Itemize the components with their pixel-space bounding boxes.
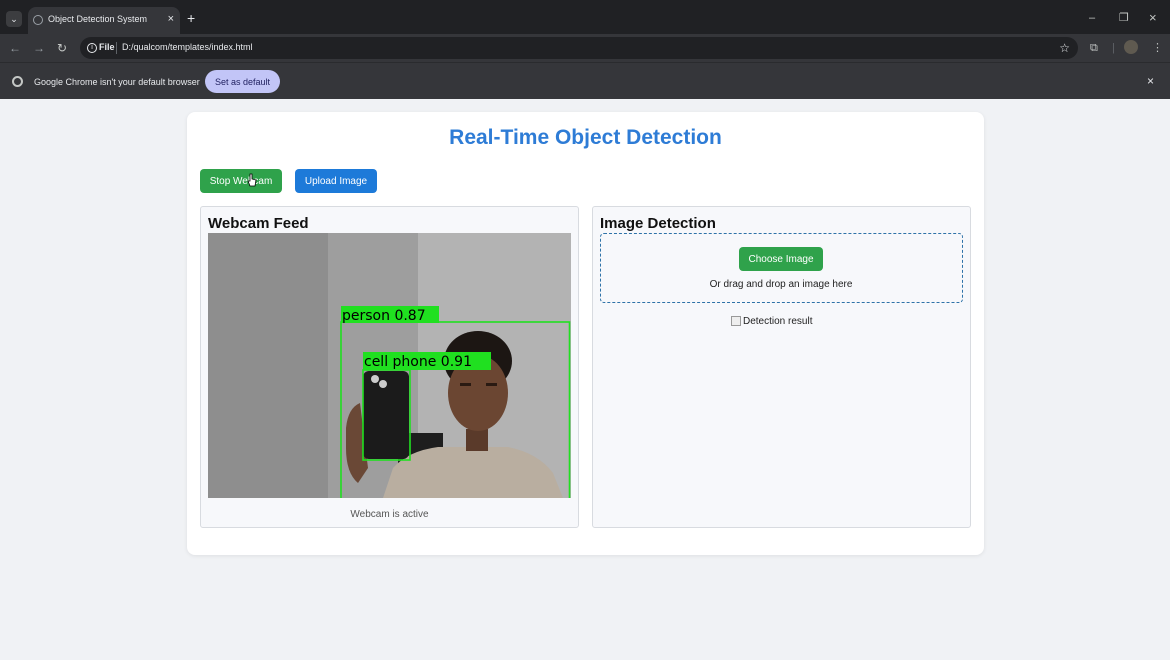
cell-phone-label: cell phone 0.91 <box>364 354 472 370</box>
stop-webcam-button[interactable]: Stop Webcam <box>200 169 282 193</box>
webcam-panel: Webcam Feed person 0.87 cell phone 0.91 … <box>200 206 579 528</box>
minimize-icon[interactable]: – <box>1089 11 1095 25</box>
new-tab-icon[interactable]: + <box>187 10 195 26</box>
tab-object-detection[interactable]: Object Detection System × <box>28 7 180 34</box>
menu-icon[interactable]: ⋮ <box>1152 41 1163 55</box>
url-scheme: File <box>99 42 115 52</box>
back-icon[interactable]: ← <box>9 40 21 56</box>
chrome-icon <box>12 76 23 87</box>
tab-close-icon[interactable]: × <box>168 12 174 26</box>
infobar-close-icon[interactable]: × <box>1147 74 1154 88</box>
person-label: person 0.87 <box>342 308 426 324</box>
info-icon[interactable]: i <box>87 43 97 53</box>
tab-strip: ⌄ Object Detection System × + – ❐ × <box>0 0 1170 34</box>
bookmark-star-icon[interactable]: ☆ <box>1059 40 1070 56</box>
upload-image-button[interactable]: Upload Image <box>295 169 377 193</box>
webcam-status: Webcam is active <box>350 509 429 520</box>
forward-icon[interactable]: → <box>33 40 45 56</box>
webcam-frame: person 0.87 cell phone 0.91 <box>208 233 571 498</box>
profile-avatar[interactable] <box>1124 40 1138 54</box>
reload-icon[interactable]: ↻ <box>57 40 67 56</box>
tab-search-icon[interactable]: ⌄ <box>6 11 22 27</box>
omnibox-divider <box>116 42 117 54</box>
browser-toolbar: ← → ↻ i File D:/qualcom/templates/index.… <box>0 34 1170 62</box>
toolbar-divider: | <box>1112 42 1115 54</box>
broken-image-icon <box>731 316 741 326</box>
restore-icon[interactable]: ❐ <box>1119 11 1129 25</box>
default-browser-infobar: Google Chrome isn't your default browser… <box>0 62 1170 99</box>
set-as-default-button[interactable]: Set as default <box>205 70 280 93</box>
image-dropzone[interactable]: Choose Image Or drag and drop an image h… <box>600 233 963 303</box>
window-close-icon[interactable]: × <box>1149 11 1157 25</box>
page-title: Real-Time Object Detection <box>449 126 722 149</box>
url-text[interactable]: D:/qualcom/templates/index.html <box>122 42 253 52</box>
mouse-cursor <box>247 173 257 187</box>
detection-result-alt: Detection result <box>743 315 813 327</box>
webcam-feed: person 0.87 cell phone 0.91 <box>208 233 571 498</box>
globe-icon <box>33 15 43 25</box>
detection-result-image: Detection result <box>731 315 812 327</box>
image-panel-title: Image Detection <box>600 215 716 232</box>
image-detection-panel: Image Detection Choose Image Or drag and… <box>592 206 971 528</box>
address-bar[interactable]: i File D:/qualcom/templates/index.html ☆ <box>80 37 1078 59</box>
choose-image-button[interactable]: Choose Image <box>739 247 823 271</box>
tab-title: Object Detection System <box>48 14 148 24</box>
webcam-panel-title: Webcam Feed <box>208 215 309 232</box>
extensions-icon[interactable]: ⧉ <box>1090 41 1098 55</box>
infobar-message: Google Chrome isn't your default browser <box>34 77 200 87</box>
drop-hint: Or drag and drop an image here <box>709 279 853 290</box>
